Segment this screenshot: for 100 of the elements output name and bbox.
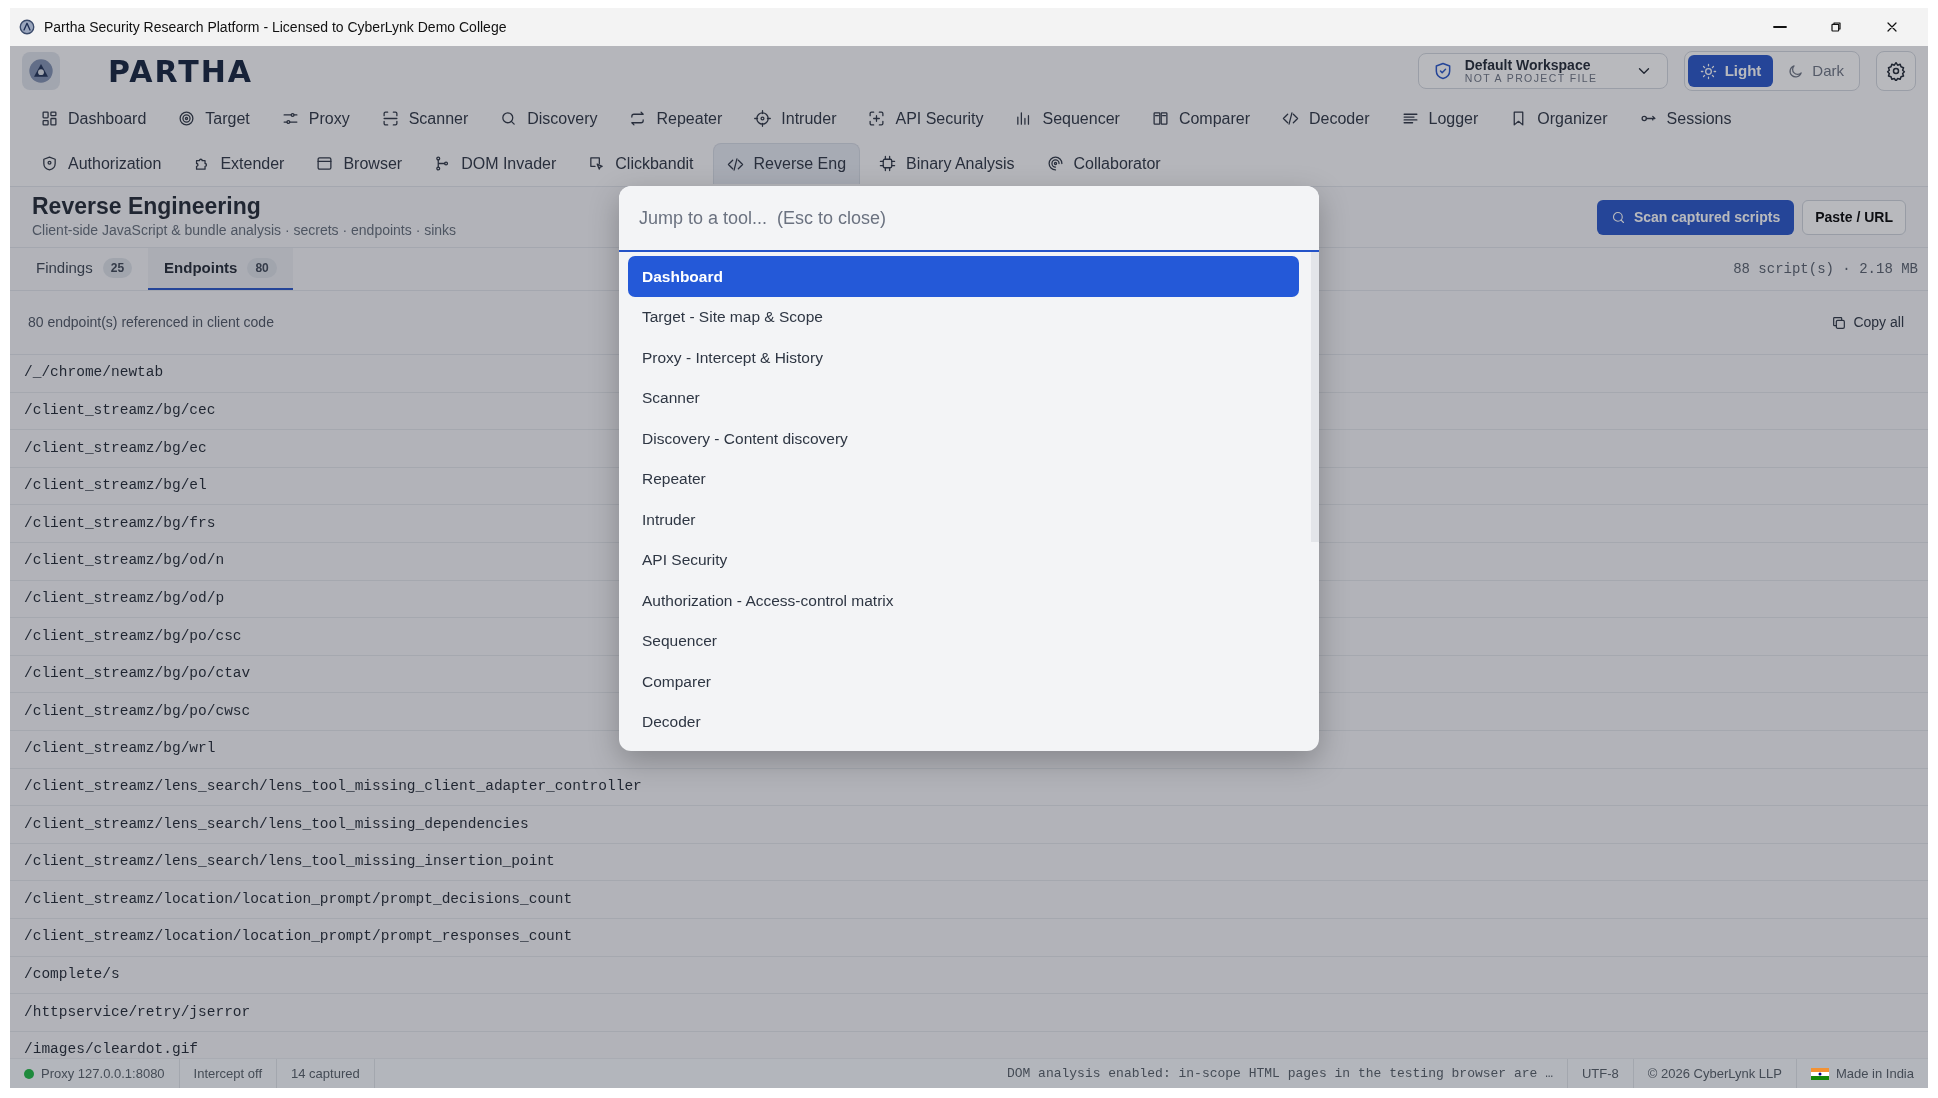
workspace-selector[interactable]: Default Workspace NOT A PROJECT FILE — [1417, 52, 1668, 90]
sun-icon — [1699, 62, 1717, 80]
endpoint-path: /images/cleardot.gif — [24, 1040, 199, 1058]
palette-item[interactable]: API Security — [628, 539, 1299, 580]
moon-icon — [1787, 62, 1805, 80]
palette-item[interactable]: Target - Site map & Scope — [628, 296, 1299, 337]
palette-item[interactable]: Sequencer — [628, 620, 1299, 661]
target-icon — [178, 110, 196, 127]
minimize-icon — [1773, 26, 1787, 28]
flag-icon — [1810, 1067, 1829, 1080]
paste-url-button[interactable]: Paste / URL — [1802, 199, 1906, 235]
intercept-status: Intercept off — [193, 1064, 262, 1083]
copy-all-button[interactable]: Copy all — [1825, 311, 1910, 334]
plus-frame-icon — [868, 110, 886, 127]
nav-tab[interactable]: Repeater — [616, 98, 736, 139]
nav-tab[interactable]: Intruder — [741, 98, 850, 139]
palette-item[interactable]: Authorization - Access-control matrix — [628, 580, 1299, 621]
nav-tab[interactable]: Logger — [1388, 98, 1492, 139]
palette-item[interactable]: Decoder — [628, 701, 1299, 742]
endpoint-path: /client_streamz/lens_search/lens_tool_missing_insertion_point — [24, 852, 555, 872]
endpoint-path: /client_streamz/lens_search/lens_tool_missing_client_adapter_controller — [24, 776, 642, 796]
tab[interactable]: Endpoints 80 — [148, 248, 293, 290]
restore-icon — [1828, 19, 1844, 35]
nav-tab[interactable]: Dashboard — [28, 98, 160, 139]
workspace-name: Default Workspace — [1464, 57, 1592, 73]
crosshair-icon — [754, 110, 772, 127]
nav-tab[interactable]: Proxy — [268, 98, 363, 139]
browser-window-icon — [316, 155, 334, 172]
nav-tab[interactable]: Sessions — [1626, 98, 1745, 139]
palette-item[interactable]: Discovery - Content discovery — [628, 418, 1299, 459]
count-badge: 25 — [102, 258, 133, 278]
code-icon — [1282, 110, 1299, 127]
nav-tab[interactable]: Authorization — [28, 143, 175, 184]
endpoint-path: /client_streamz/bg/po/csc — [24, 626, 242, 646]
endpoint-path: /client_streamz/bg/od/p — [24, 589, 225, 608]
tab[interactable]: Findings 25 — [20, 248, 149, 290]
endpoint-path: /client_streamz/bg/wrl — [24, 739, 216, 759]
settings-button[interactable] — [1876, 51, 1916, 91]
nav-tab[interactable]: Reverse Eng — [712, 143, 861, 184]
endpoint-path: /client_streamz/bg/el — [24, 476, 207, 496]
nav-tab[interactable]: Browser — [303, 143, 416, 184]
nav-tab[interactable]: DOM Invader — [421, 143, 570, 184]
theme-toggle-button[interactable]: Light — [1687, 54, 1774, 88]
nav-tab[interactable]: Decoder — [1269, 98, 1383, 139]
nav-tab[interactable]: Binary Analysis — [866, 143, 1028, 184]
proxy-status: Proxy 127.0.0.1:8080 — [41, 1064, 165, 1083]
copy-icon — [1831, 314, 1848, 331]
shield-icon — [41, 155, 58, 172]
app-logo-icon — [18, 18, 36, 36]
endpoint-path: /_/chrome/newtab — [24, 363, 164, 383]
radar-icon — [1046, 155, 1064, 172]
repeat-icon — [629, 110, 647, 127]
search-icon — [500, 110, 518, 127]
palette-item[interactable]: Comparer — [628, 661, 1299, 702]
palette-item[interactable]: Dashboard — [628, 256, 1299, 297]
nav-tab[interactable]: Comparer — [1138, 98, 1263, 139]
script-summary: 88 script(s) · 2.18 MB — [1733, 259, 1918, 279]
logo-icon — [22, 52, 60, 90]
endpoint-path: /client_streamz/bg/ec — [24, 438, 207, 458]
nav-tab[interactable]: Extender — [180, 143, 298, 184]
palette-item[interactable]: Scanner — [628, 377, 1299, 418]
scrollbar[interactable] — [1311, 252, 1319, 542]
nav-tab[interactable]: Scanner — [368, 98, 482, 139]
sliders-icon — [281, 110, 299, 127]
scan-button[interactable]: Scan captured scripts — [1596, 199, 1795, 235]
nav-tab[interactable]: Organizer — [1497, 98, 1621, 139]
copyright-text: © 2026 CyberLynk LLP — [1647, 1064, 1782, 1083]
nav-tab[interactable]: Collaborator — [1033, 143, 1174, 184]
page-title: Reverse Engineering — [32, 193, 262, 220]
palette-item[interactable]: Intruder — [628, 499, 1299, 540]
nav-tab[interactable]: Target — [165, 98, 263, 139]
nav-tab[interactable]: Clickbandit — [575, 143, 707, 184]
endpoint-count: 80 endpoint(s) referenced in client code — [28, 313, 274, 332]
search-field[interactable]: Jump to a tool... (Esc to close) — [619, 186, 1319, 252]
settings-icon — [1886, 61, 1906, 81]
endpoint-path: /complete/s — [24, 964, 120, 984]
nav-tab[interactable]: Discovery — [487, 98, 611, 139]
code-icon — [726, 155, 744, 173]
nav-tab[interactable]: API Security — [855, 98, 997, 139]
endpoint-path: /client_streamz/bg/od/n — [24, 551, 225, 571]
captured-count: 14 captured — [291, 1064, 360, 1083]
palette-item[interactable]: Repeater — [628, 458, 1299, 499]
theme-toggle-button[interactable]: Dark — [1775, 54, 1856, 88]
endpoint-path: /client_streamz/bg/po/ctav — [24, 664, 251, 684]
endpoint-path: /client_streamz/bg/po/cwsc — [24, 701, 251, 721]
chip-icon — [879, 155, 897, 172]
endpoint-path: /client_streamz/bg/cec — [24, 401, 216, 420]
endpoint-path: /client_streamz/location/location_prompt/prompt_decisions_count — [24, 889, 573, 909]
palette-item[interactable]: Proxy - Intercept & History — [628, 337, 1299, 378]
endpoint-path: /client_streamz/bg/frs — [24, 513, 216, 533]
page-subtitle: Client-side JavaScript & bundle analysis · secrets · endpoints · sinks — [32, 220, 457, 240]
endpoint-path: /httpservice/retry/jserror — [24, 1002, 251, 1022]
nav-tab[interactable]: Sequencer — [1002, 98, 1133, 139]
count-badge: 80 — [247, 258, 277, 278]
made-in-text: Made in India — [1835, 1064, 1914, 1083]
cursor-frame-icon — [588, 155, 606, 172]
scan-icon — [381, 110, 399, 127]
endpoint-path: /client_streamz/location/location_prompt/prompt_responses_count — [24, 927, 573, 947]
brand-wordmark: PARTHA — [108, 52, 253, 91]
search-icon — [1610, 209, 1626, 225]
